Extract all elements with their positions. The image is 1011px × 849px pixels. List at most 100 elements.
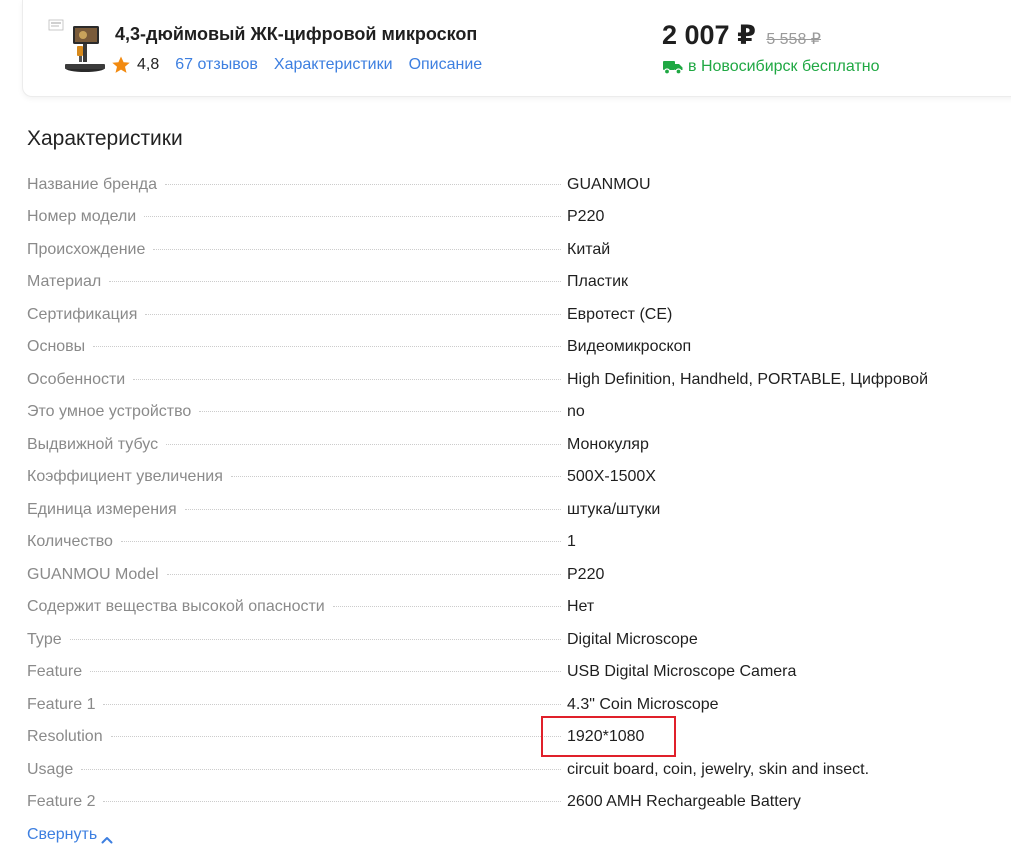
spec-name: Сертификация [27,305,138,323]
current-price: 2 007 ₽ [662,20,756,50]
spec-name: Основы [27,338,86,355]
spec-name-cell: Происхождение [27,241,567,265]
spec-value: Видеомикроскоп [567,338,692,355]
dotted-leader [90,671,561,672]
product-title[interactable]: 4,3-дюймовый ЖК-цифровой микроскоп [115,24,477,45]
collapse-link[interactable]: Свернуть [27,826,113,844]
spec-name-cell: Материал [27,273,567,297]
spec-name-cell: Основы [27,338,567,362]
spec-name: Выдвижной тубус [27,435,159,453]
spec-name: Usage [27,760,74,778]
spec-name-cell: Usage [27,761,567,785]
spec-name-cell: Номер модели [27,208,567,232]
spec-row: Название бренда GUANMOU [27,167,967,200]
spec-row: Usage circuit board, coin, jewelry, skin … [27,752,967,785]
spec-name: Коэффициент увеличения [27,468,223,485]
dotted-leader [103,801,561,802]
spec-value: 2600 AMH Rechargeable Battery [567,793,801,810]
spec-name: Название бренда [27,175,157,193]
spec-value: P220 [567,208,605,225]
spec-value: no [567,403,585,420]
dotted-leader [81,768,561,770]
spec-name: Номер модели [27,208,137,225]
truck-icon [662,59,684,75]
spec-value: Монокуляр [567,435,649,453]
collapse-label: Свернуть [27,826,98,843]
product-meta-row: 4,8 67 отзывов Характеристики Описание [111,54,498,76]
specifications-heading: Характеристики [27,127,183,150]
spec-name-cell: GUANMOU Model [27,566,567,590]
spec-value: USB Digital Microscope Camera [567,663,797,680]
spec-name-cell: Название бренда [27,176,567,200]
product-summary-card: 4,3-дюймовый ЖК-цифровой микроскоп 4,8 6… [22,0,1011,97]
dotted-leader [145,313,561,315]
spec-name: Resolution [27,728,103,745]
spec-name: Происхождение [27,240,146,258]
dotted-leader [103,703,561,705]
spec-name: Feature 2 [27,793,96,810]
spec-name-cell: Содержит вещества высокой опасности [27,598,567,622]
spec-row: Это умное устройство no [27,395,967,428]
spec-value: Пластик [567,273,628,290]
spec-row: Материал Пластик [27,265,967,298]
specifications-link[interactable]: Характеристики [274,56,393,74]
spec-value: 1920*1080 [567,728,645,745]
spec-row: Resolution 1920*1080 [27,720,967,753]
spec-row: Происхождение Китай [27,232,967,265]
dotted-leader [166,573,561,575]
dotted-leader [120,541,561,542]
spec-name: Особенности [27,370,126,388]
dotted-leader [69,638,561,640]
price-block: 2 007 ₽ 5 558 ₽ [662,20,821,51]
spec-name: Количество [27,533,113,550]
old-price: 5 558 ₽ [766,31,821,48]
description-link[interactable]: Описание [409,56,483,74]
spec-value: P220 [567,565,605,583]
dotted-leader [199,411,561,412]
dotted-leader [109,281,561,282]
spec-name: Содержит вещества высокой опасности [27,598,325,615]
spec-name-cell: Количество [27,533,567,557]
dotted-leader [332,606,561,607]
spec-name-cell: Feature 1 [27,696,567,720]
spec-row: Type Digital Microscope [27,622,967,655]
rating-value: 4,8 [137,56,160,73]
spec-name-cell: Единица измерения [27,501,567,525]
spec-value: GUANMOU [567,175,651,193]
spec-row: Основы Видеомикроскоп [27,330,967,363]
spec-name-cell: Особенности [27,371,567,395]
spec-name-cell: Коэффициент увеличения [27,468,567,492]
spec-row: Feature 1 4.3" Coin Microscope [27,687,967,720]
spec-row: Feature 2 2600 AMH Rechargeable Battery [27,785,967,818]
spec-row: Номер модели P220 [27,200,967,233]
spec-name: Feature 1 [27,695,96,713]
spec-value: Евротест (CE) [567,305,673,323]
delivery-text: в Новосибирск бесплатно [688,58,880,75]
spec-name-cell: Type [27,631,567,655]
spec-row: Количество 1 [27,525,967,558]
spec-row: Feature USB Digital Microscope Camera [27,655,967,688]
chevron-up-icon [101,831,113,844]
product-thumbnail[interactable] [47,18,111,76]
spec-name: GUANMOU Model [27,565,159,583]
spec-value: circuit board, coin, jewelry, skin and i… [567,760,870,778]
spec-value: Нет [567,598,595,615]
spec-value: Digital Microscope [567,630,698,648]
spec-name-cell: Feature 2 [27,793,567,817]
spec-name-cell: Выдвижной тубус [27,436,567,460]
spec-value: 1 [567,533,576,550]
dotted-leader [184,508,561,510]
reviews-link[interactable]: 67 отзывов [175,56,258,74]
spec-name-cell: Сертификация [27,306,567,330]
spec-row: Выдвижной тубус Монокуляр [27,427,967,460]
spec-name: Единица измерения [27,500,177,518]
dotted-leader [110,736,561,737]
spec-name: Это умное устройство [27,403,192,420]
spec-name: Материал [27,273,102,290]
spec-value: High Definition, Handheld, PORTABLE, Циф… [567,370,928,388]
dotted-leader [133,378,561,380]
star-icon [111,55,131,75]
spec-name: Type [27,630,62,648]
spec-value: 500X-1500X [567,468,656,485]
microscope-thumbnail-icon [48,19,105,72]
